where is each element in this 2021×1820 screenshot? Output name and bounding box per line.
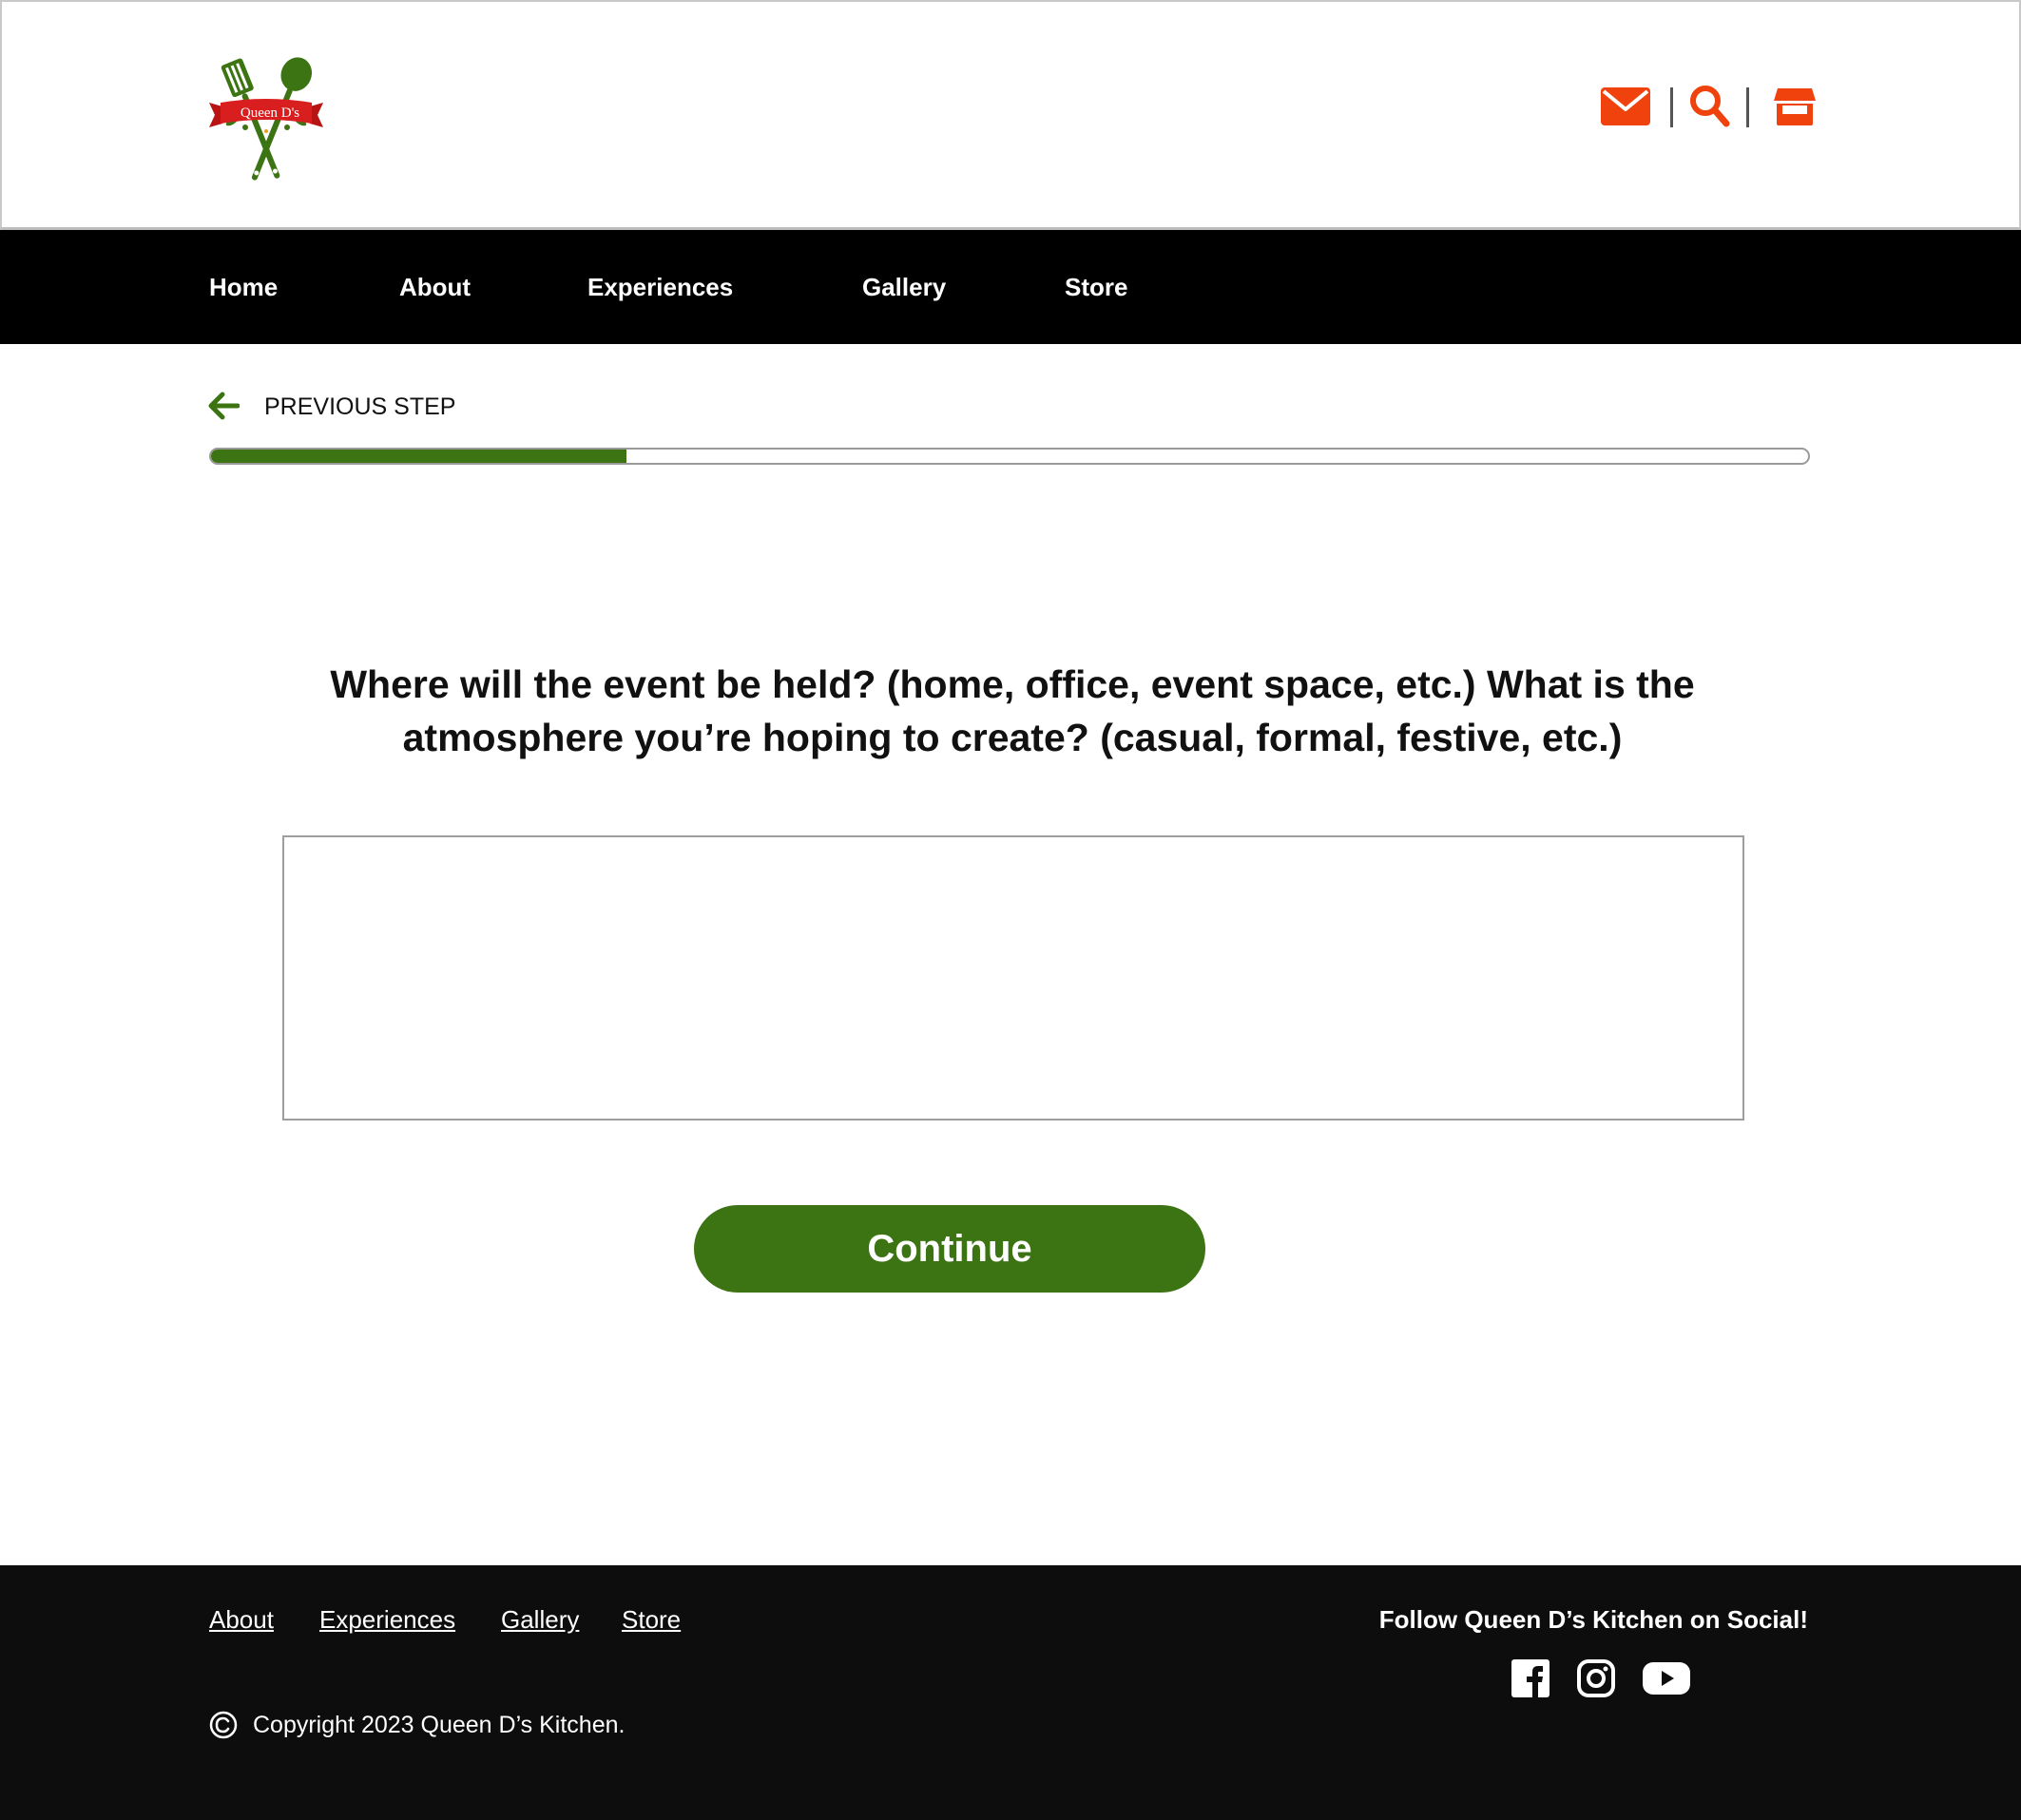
site-footer: About Experiences Gallery Store Follow Q… (0, 1565, 2021, 1820)
previous-step-label: PREVIOUS STEP (264, 393, 456, 420)
spatula-spoon-logo-icon (209, 57, 323, 181)
site-header: Queen D's (0, 0, 2021, 230)
icon-separator (1670, 87, 1673, 127)
mail-icon[interactable] (1601, 84, 1650, 129)
instagram-icon[interactable] (1576, 1657, 1616, 1700)
header-icon-group (1601, 84, 1819, 129)
follow-social-text: Follow Queen D’s Kitchen on Social! (1378, 1605, 1808, 1634)
footer-link-about[interactable]: About (209, 1605, 274, 1635)
copyright-icon (209, 1711, 238, 1739)
answer-textarea[interactable] (282, 835, 1744, 1121)
icon-separator (1746, 87, 1749, 127)
continue-button[interactable]: Continue (694, 1205, 1205, 1293)
nav-experiences[interactable]: Experiences (587, 230, 733, 344)
previous-step-link[interactable]: PREVIOUS STEP (207, 388, 456, 426)
arrow-left-icon (208, 392, 240, 420)
store-icon[interactable] (1774, 84, 1816, 129)
search-icon[interactable] (1688, 84, 1730, 129)
nav-gallery[interactable]: Gallery (862, 230, 946, 344)
copyright-text: Copyright 2023 Queen D’s Kitchen. (253, 1712, 626, 1738)
footer-link-store[interactable]: Store (622, 1605, 681, 1635)
footer-link-experiences[interactable]: Experiences (319, 1605, 455, 1635)
facebook-icon[interactable] (1511, 1657, 1549, 1700)
footer-link-gallery[interactable]: Gallery (501, 1605, 579, 1635)
question-heading: Where will the event be held? (home, off… (330, 662, 1695, 759)
nav-about[interactable]: About (399, 230, 471, 344)
nav-store[interactable]: Store (1065, 230, 1127, 344)
youtube-icon[interactable] (1643, 1657, 1690, 1700)
nav-home[interactable]: Home (209, 230, 278, 344)
progress-bar-fill (211, 450, 626, 463)
progress-bar (209, 448, 1810, 465)
main-nav: Home About Experiences Gallery Store (0, 230, 2021, 344)
